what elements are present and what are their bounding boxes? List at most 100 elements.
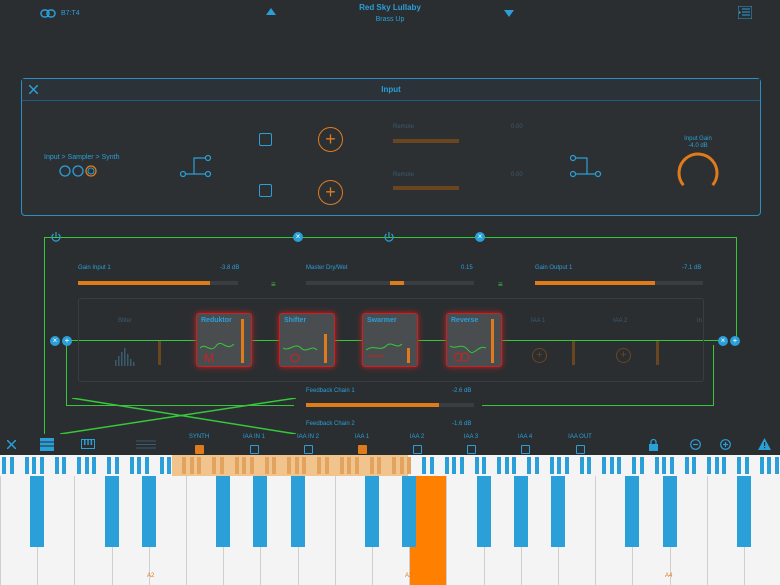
link-icon[interactable] [40,9,56,18]
routing-merge-icon[interactable] [570,154,602,178]
channel-label: IAA IN 1 [242,434,265,440]
gain-input-slider[interactable] [78,281,238,285]
output-node-x[interactable]: × [718,336,728,346]
add-slot2-button[interactable]: + [318,180,343,205]
black-key[interactable] [551,476,565,547]
eq-left-icon[interactable]: ≡ [271,280,276,289]
octave-up-icon[interactable] [720,439,731,450]
slider1[interactable] [393,139,459,143]
keyboard-overview[interactable] [0,455,780,476]
black-key[interactable] [104,476,119,547]
mini-key [219,457,224,474]
mini-key [182,457,186,474]
mini-key [197,457,201,474]
octave-down-icon[interactable] [690,439,701,450]
channel-label: IAA IN 2 [296,434,319,440]
black-key[interactable] [625,476,640,547]
add-iaa1-button[interactable]: + [532,348,547,363]
lock-icon[interactable] [648,438,659,451]
routing-split-icon[interactable] [180,154,212,178]
channel-checkbox[interactable] [304,445,313,454]
source-selector-icon[interactable] [59,164,103,178]
channel-checkbox[interactable] [195,445,204,454]
channel-checkbox[interactable] [467,445,476,454]
preset-title[interactable]: Red Sky Lullaby [290,3,490,12]
eq-right-icon[interactable]: ≡ [498,280,503,289]
mix-node-right[interactable]: × [475,232,485,242]
mini-key [579,457,584,474]
fx-slot-shifter[interactable]: Shifter [279,313,335,367]
previous-preset-arrow-icon[interactable] [266,8,276,15]
black-key[interactable] [737,476,751,547]
mini-key [617,457,621,474]
input-node-plus[interactable]: + [62,336,72,346]
warning-icon[interactable] [758,438,771,450]
close-keyboard-icon[interactable] [7,440,16,449]
input-node-x[interactable]: × [50,336,60,346]
routing-left-line [44,237,45,437]
black-key[interactable] [476,476,491,547]
menu-list-icon[interactable] [738,6,752,19]
input-panel-header: Input [22,79,760,101]
channel-label: IAA 3 [463,434,479,440]
lines-icon[interactable] [136,440,156,449]
mini-key [84,457,89,474]
mini-key [534,457,539,474]
slider2[interactable] [393,186,459,190]
feedback1-slider[interactable] [306,403,474,407]
black-key[interactable] [365,476,379,547]
keyboard-mode-icon[interactable] [81,439,95,449]
pads-icon[interactable] [40,438,54,451]
mini-key [377,457,381,474]
mini-key [452,457,456,474]
channel-checkbox[interactable] [358,445,367,454]
mini-key [399,457,404,474]
power-center-icon[interactable] [383,231,395,243]
mini-key [662,457,666,474]
black-key[interactable] [253,476,268,547]
next-preset-arrow-icon[interactable] [504,10,514,17]
black-key[interactable] [216,476,231,547]
mini-key [339,457,344,474]
mini-key [557,457,561,474]
mini-key [684,457,689,474]
black-key[interactable] [290,476,305,547]
output-node-plus[interactable]: + [730,336,740,346]
slot-label-iaa1: IAA 1 [531,318,546,324]
channel-checkbox[interactable] [250,445,259,454]
black-key[interactable] [141,476,156,547]
mini-key [92,457,96,474]
mini-key [2,457,6,474]
feedback-cross-lines [60,398,297,435]
input-gain-knob[interactable] [675,150,721,196]
fx-slot-swarmer[interactable]: Swarmer [362,313,418,367]
add-slot1-button[interactable]: + [318,127,343,152]
slot2-checkbox[interactable] [259,184,272,197]
slot1-checkbox[interactable] [259,133,272,146]
bitcrusher-meter-icon [115,348,135,366]
channel-checkbox[interactable] [521,445,530,454]
piano-keyboard[interactable]: A2 A3 A4 [0,476,780,585]
octave-label-a4: A4 [665,573,673,579]
fx-shifter-label: Shifter [284,317,307,324]
black-key[interactable] [30,476,45,547]
black-key[interactable] [513,476,528,547]
mini-key [294,457,299,474]
gain-output-slider[interactable] [535,281,703,285]
mini-key [212,457,216,474]
mix-node-left[interactable]: × [293,232,303,242]
feedback-right-horizontal [482,405,714,406]
black-key[interactable] [662,476,677,547]
channel-checkbox[interactable] [576,445,585,454]
mini-key [669,457,674,474]
black-key[interactable] [402,476,417,547]
fx-slot-reverse[interactable]: Reverse [446,313,502,367]
mini-key [392,457,396,474]
master-drywet-slider[interactable] [306,281,474,285]
add-iaa2-button[interactable]: + [616,348,631,363]
feedback2-label: Feedback Chain 2 [306,421,355,427]
routing-right-line [736,237,737,340]
fx-slot-reduktor[interactable]: Reduktor M [196,313,252,367]
channel-checkbox[interactable] [413,445,422,454]
power-left-icon[interactable] [50,231,62,243]
